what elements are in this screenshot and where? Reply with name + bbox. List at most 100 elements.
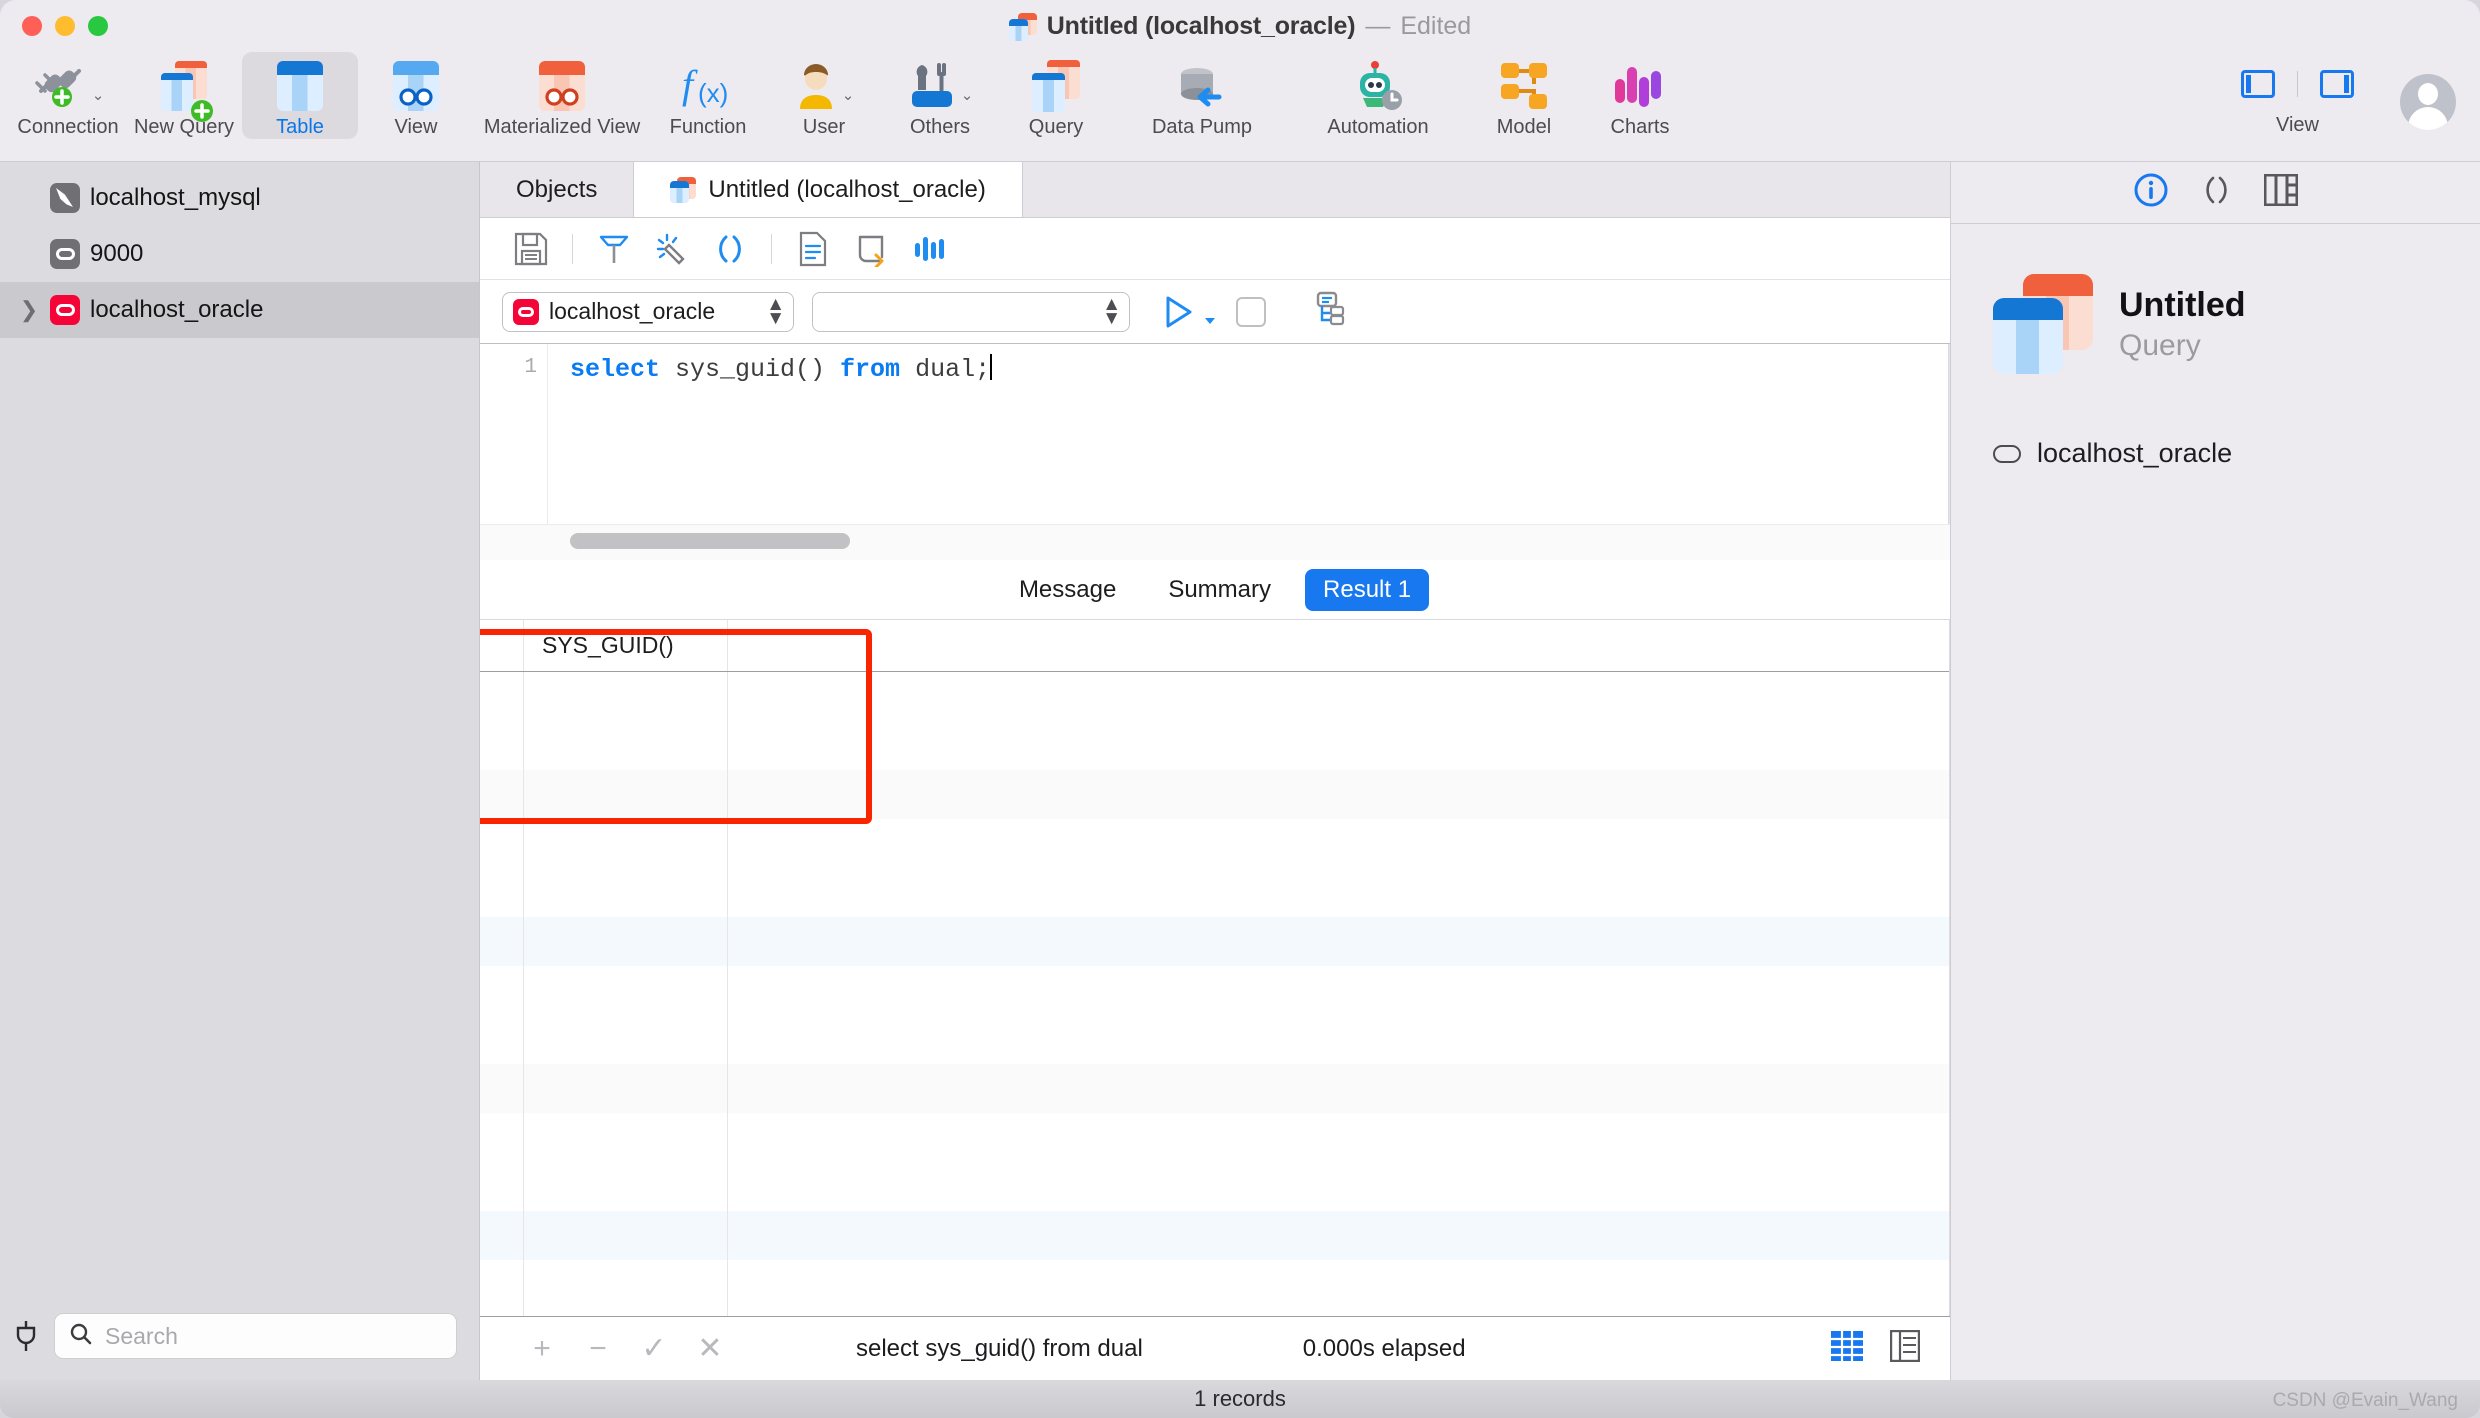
tab-result-1[interactable]: Result 1 [1305, 568, 1430, 611]
toolbar-item-function[interactable]: f (x) Function [650, 52, 766, 139]
grid-view-icon[interactable] [1830, 1330, 1864, 1367]
editor-toolbar [480, 218, 1950, 280]
table-row[interactable] [480, 1260, 1950, 1309]
sql-keyword-from: from [840, 355, 901, 384]
parentheses-icon[interactable] [701, 224, 759, 274]
record-count-label: 1 records [1194, 1386, 1286, 1411]
toolbar-label: Model [1496, 116, 1552, 138]
table-row[interactable] [480, 1211, 1950, 1260]
table-row[interactable] [480, 1162, 1950, 1211]
connection-list: localhost_mysql 9000 ❯ localhost_oracle [0, 162, 479, 1292]
search-input[interactable]: Search [54, 1313, 457, 1359]
query-icon [1032, 58, 1080, 114]
tab-objects[interactable]: Objects [480, 162, 635, 217]
parentheses-icon[interactable] [2200, 173, 2232, 212]
chevron-down-icon[interactable]: ⌄ [842, 86, 855, 104]
stop-query-button[interactable] [1236, 296, 1266, 327]
title-bar: Untitled (localhost_oracle) — Edited [0, 0, 2480, 52]
inspector-body: Untitled Query localhost_oracle [1951, 224, 2480, 469]
add-row-button[interactable]: + [514, 1332, 570, 1366]
chevron-right-icon[interactable]: ❯ [18, 297, 40, 323]
toolbar-item-new-query[interactable]: New Query [126, 52, 242, 139]
toolbar-label: Data Pump [1151, 116, 1253, 138]
scrollbar-thumb[interactable] [570, 533, 850, 549]
others-icon: ⌄ [907, 58, 974, 114]
toolbar-item-view[interactable]: View [358, 52, 474, 139]
form-view-icon[interactable] [1889, 1329, 1921, 1367]
plug-icon[interactable] [10, 1319, 42, 1353]
toolbar-label: Table [276, 116, 324, 138]
connection-select[interactable]: localhost_oracle ▲ ▼ [502, 291, 794, 332]
watermark: CSDN @Evain_Wang [2272, 1390, 2458, 1411]
remove-row-button[interactable]: − [570, 1332, 626, 1366]
explain-tree-button[interactable] [1308, 291, 1346, 332]
chevron-updown-icon: ▲ ▼ [766, 294, 785, 329]
grid-column-header-sys-guid[interactable]: SYS_GUID() [524, 620, 728, 671]
toolbar-label: User [802, 116, 846, 138]
text-document-icon[interactable] [784, 224, 842, 274]
chevron-down-icon[interactable]: ⌄ [961, 86, 974, 104]
toolbar-item-charts[interactable]: Charts [1582, 52, 1698, 139]
table-row[interactable] [480, 672, 1950, 721]
center-panel: Objects Untitled (localhost_oracle) loca… [480, 162, 1950, 1380]
run-query-button[interactable] [1162, 295, 1218, 329]
schema-select[interactable]: ▲ ▼ [812, 291, 1130, 332]
chevron-down-icon[interactable]: ⌄ [92, 86, 105, 104]
tab-message[interactable]: Message [1001, 569, 1134, 611]
table-row[interactable] [480, 966, 1950, 1015]
svg-text:(x): (x) [698, 78, 728, 108]
result-action-bar: + − ✓ ✕ select sys_guid() from dual 0.00… [480, 1316, 1950, 1380]
sidebar-item-localhost-oracle[interactable]: ❯ localhost_oracle [0, 282, 479, 338]
table-row[interactable] [480, 1015, 1950, 1064]
wrap-return-icon[interactable] [842, 224, 900, 274]
toolbar-item-table[interactable]: Table [242, 52, 358, 139]
sidebar-item-9000[interactable]: 9000 [0, 226, 479, 282]
tab-summary[interactable]: Summary [1150, 569, 1289, 611]
table-row[interactable] [480, 1113, 1950, 1162]
materialized-view-icon [539, 58, 585, 114]
toolbar-label: Query [1028, 116, 1084, 138]
sql-editor[interactable]: 1 select sys_guid() from dual; [480, 344, 1950, 524]
row-header-corner [480, 620, 524, 671]
avatar[interactable] [2400, 74, 2456, 130]
editor-horizontal-scrollbar[interactable] [480, 524, 1950, 560]
toggle-left-sidebar-button[interactable] [2241, 70, 2275, 98]
confirm-edit-button[interactable]: ✓ [626, 1331, 682, 1366]
save-icon[interactable] [502, 224, 560, 274]
cancel-edit-button[interactable]: ✕ [682, 1331, 738, 1366]
grid-column-header-empty[interactable] [728, 620, 1950, 671]
toolbar-item-model[interactable]: Model [1466, 52, 1582, 139]
table-row[interactable] [480, 819, 1950, 868]
toolbar-label: Others [909, 116, 971, 138]
query-document-icon [670, 176, 697, 203]
table-row[interactable] [480, 770, 1950, 819]
table-structure-icon[interactable] [2263, 173, 2298, 211]
divider [771, 233, 772, 264]
tab-label: Message [1018, 575, 1117, 603]
editor-gutter: 1 [480, 344, 548, 524]
table-row[interactable] [480, 1309, 1950, 1316]
tab-untitled-query[interactable]: Untitled (localhost_oracle) [634, 162, 1023, 217]
format-magic-icon[interactable] [643, 224, 701, 274]
explain-plan-icon[interactable] [900, 224, 958, 274]
table-row[interactable] [480, 721, 1950, 770]
toolbar-item-query[interactable]: Query [998, 52, 1114, 139]
table-row[interactable] [480, 1064, 1950, 1113]
toolbar-item-user[interactable]: ⌄ User [766, 52, 882, 139]
toolbar-item-data-pump[interactable]: Data Pump [1114, 52, 1290, 139]
view-icon [393, 58, 439, 114]
toggle-right-sidebar-button[interactable] [2320, 70, 2354, 98]
close-icon: ✕ [697, 1332, 723, 1365]
toolbar-item-connection[interactable]: ⌄ Connection [10, 52, 126, 139]
divider [572, 233, 573, 264]
table-row[interactable] [480, 868, 1950, 917]
beautify-icon[interactable] [585, 224, 643, 274]
toolbar-item-automation[interactable]: Automation [1290, 52, 1466, 139]
toolbar-item-materialized-view[interactable]: Materialized View [474, 52, 650, 139]
toolbar-label: Charts [1610, 116, 1670, 138]
info-icon[interactable] [2134, 173, 2168, 212]
toolbar-item-others[interactable]: ⌄ Others [882, 52, 998, 139]
sidebar-item-localhost-mysql[interactable]: localhost_mysql [0, 170, 479, 226]
table-row[interactable] [480, 917, 1950, 966]
sql-code-line: select sys_guid() from dual; [570, 354, 993, 384]
